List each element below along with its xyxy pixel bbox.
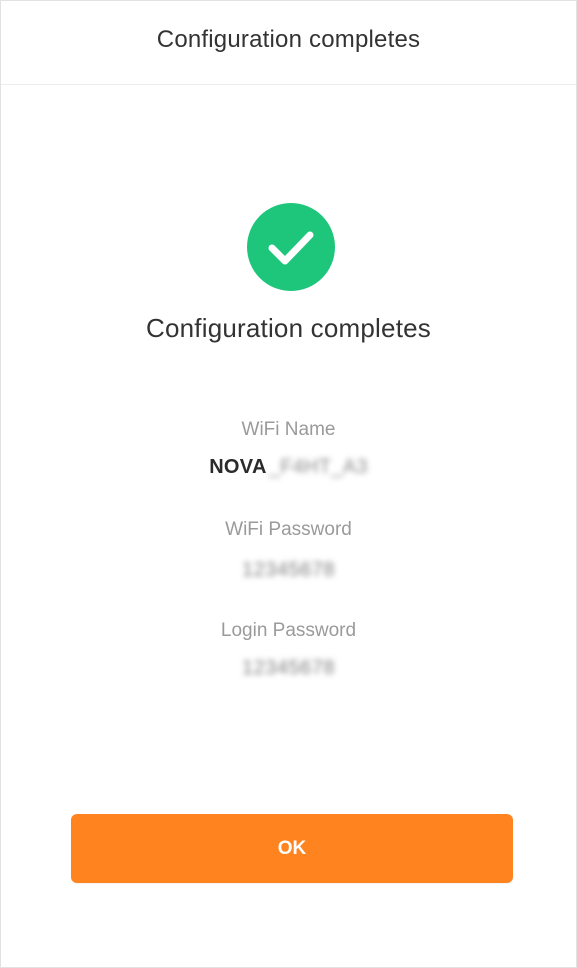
login-password-value: 12345678	[242, 657, 335, 679]
wifi-password-value: 12345678	[242, 559, 335, 581]
wifi-name-value: NOVA _F4HT_A3	[1, 456, 576, 479]
page-title: Configuration completes	[156, 25, 421, 53]
success-check-icon	[247, 203, 335, 291]
wifi-name-blurred-suffix: _F4HT_A3	[268, 456, 368, 478]
wifi-name-prefix: NOVA	[209, 456, 267, 478]
login-password-label: Login Password	[220, 620, 357, 641]
ok-button[interactable]: OK	[71, 814, 513, 883]
wifi-name-label: WiFi Name	[241, 419, 336, 440]
success-circle	[247, 203, 335, 291]
status-title: Configuration completes	[146, 313, 431, 343]
wifi-password-label: WiFi Password	[225, 519, 352, 540]
header: Configuration completes	[1, 1, 576, 85]
configuration-complete-screen: Configuration completes Configuration co…	[0, 0, 577, 968]
